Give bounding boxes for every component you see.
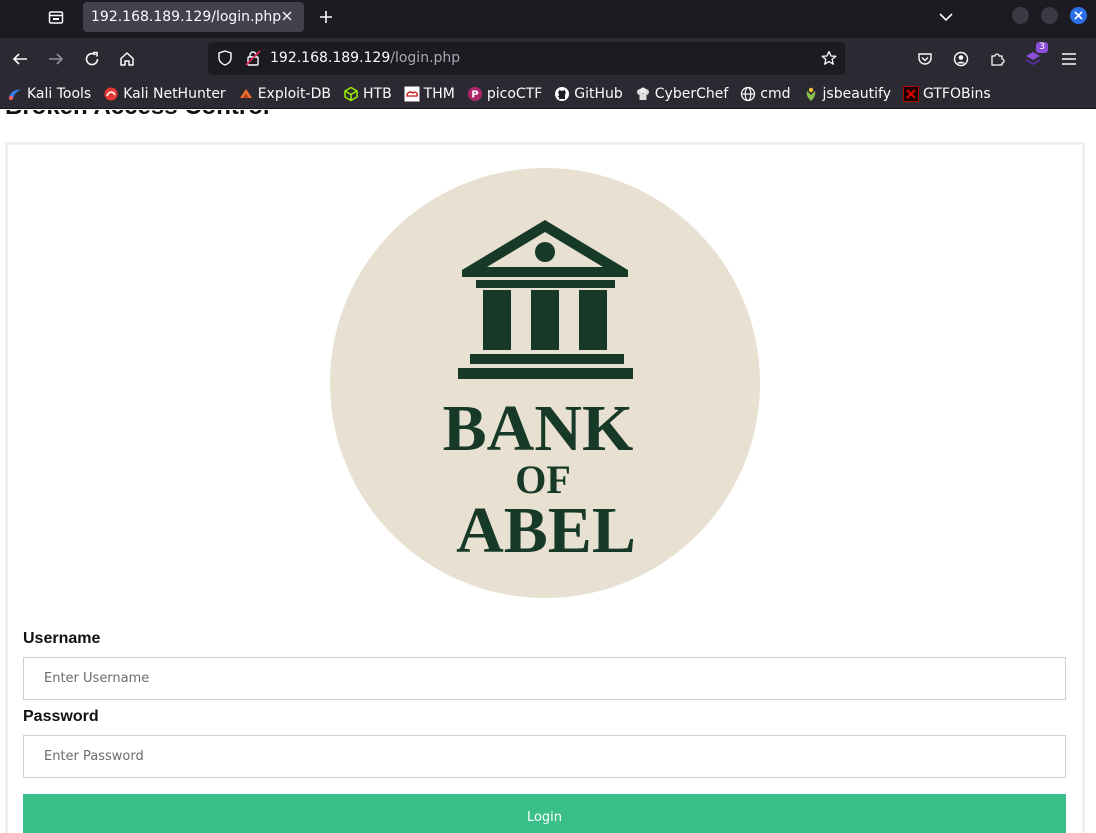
arrow-right-icon [49,53,64,65]
url-path: /login.php [390,50,461,66]
pocket-button[interactable] [912,46,938,72]
bookmark-gtfobins[interactable]: GTFOBins [903,83,991,105]
cyberchef-icon [635,86,651,102]
login-card: BANK OF ABEL Username Password Login [5,142,1085,833]
site-info-button[interactable] [241,46,265,70]
bookmark-thm[interactable]: THM [404,83,455,105]
extensions-button[interactable] [984,46,1010,72]
shield-icon [218,50,232,66]
username-input[interactable] [23,657,1066,700]
close-icon [282,11,292,21]
picoctf-icon: P [467,86,483,102]
nethunter-icon [103,86,119,102]
extension-badge-count: 3 [1036,42,1048,53]
jsbeautify-icon [803,86,819,102]
bookmark-htb[interactable]: HTB [343,83,392,105]
password-input[interactable] [23,735,1066,778]
bank-logo: BANK OF ABEL [330,168,760,598]
login-button[interactable]: Login [23,794,1066,833]
chevron-down-icon [939,13,953,22]
puzzle-icon [991,53,1005,66]
pocket-icon [918,53,932,65]
thm-icon [404,86,420,102]
tracking-protection-button[interactable] [213,46,237,70]
tab-close-button[interactable] [278,7,296,25]
globe-icon [740,86,756,102]
github-icon [554,86,570,102]
gtfobins-icon [903,86,920,102]
page-content: Broken Access Control BANK OF ABEL Usern… [0,110,1096,833]
minimize-button[interactable] [1012,7,1029,24]
list-all-tabs-button[interactable] [934,5,958,29]
insecure-lock-icon [245,50,261,66]
active-tab[interactable]: 192.168.189.129/login.php [83,2,304,32]
bookmark-star-button[interactable] [817,46,841,70]
bookmark-label: jsbeautify [822,86,892,102]
exploitdb-icon [238,86,254,102]
home-icon [120,52,134,66]
bookmark-picoctf[interactable]: P picoCTF [467,83,542,105]
bookmark-jsbeautify[interactable]: jsbeautify [803,83,891,105]
htb-cube-icon [343,86,359,102]
logo-line-abel: ABEL [456,494,636,567]
url-bar[interactable]: 192.168.189.129/login.php [208,42,845,75]
account-icon [953,51,969,67]
bookmark-github[interactable]: GitHub [554,83,623,105]
reload-icon [85,51,99,66]
logo-line-bank: BANK [443,392,634,465]
bookmarks-toolbar: Kali Tools Kali NetHunter Exploit-DB HTB… [0,80,1096,109]
firefox-view-icon [48,11,64,24]
plus-icon [320,11,332,23]
bookmark-label: cmd [760,86,791,102]
username-label: Username [23,630,101,647]
account-button[interactable] [948,46,974,72]
bookmark-cyberchef[interactable]: CyberChef [635,83,729,105]
close-icon [1074,11,1083,20]
tab-strip: 192.168.189.129/login.php [0,0,1096,38]
kali-icon [7,86,23,102]
firefox-view-button[interactable] [44,5,68,29]
star-icon [821,50,837,65]
arrow-left-icon [12,53,27,65]
home-button[interactable] [114,46,140,72]
navigation-toolbar: 192.168.189.129/login.php 3 [0,38,1096,80]
svg-text:P: P [471,90,478,101]
hamburger-menu-icon [1062,53,1076,65]
bookmark-cmd[interactable]: cmd [740,83,791,105]
bookmark-label: Exploit-DB [257,86,331,102]
app-menu-button[interactable] [1056,46,1082,72]
page-heading: Broken Access Control [5,110,270,121]
url-host: 192.168.189.129 [270,50,391,66]
bookmark-kali-nethunter[interactable]: Kali NetHunter [103,83,226,105]
forward-button[interactable] [43,46,69,72]
bookmark-kali-tools[interactable]: Kali Tools [7,83,91,105]
bookmark-label: HTB [362,86,392,102]
bookmark-label: GitHub [574,86,623,102]
bookmark-label: THM [423,86,455,102]
window-close-button[interactable] [1070,7,1087,24]
bookmark-label: GTFOBins [923,86,991,102]
tab-title: 192.168.189.129/login.php [91,9,282,25]
bookmark-exploit-db[interactable]: Exploit-DB [238,83,331,105]
bookmark-label: picoCTF [486,86,543,102]
reload-button[interactable] [79,46,105,72]
back-button[interactable] [7,46,33,72]
bookmark-label: CyberChef [654,86,729,102]
maximize-button[interactable] [1041,7,1058,24]
extension-badge-button[interactable]: 3 [1020,42,1048,72]
new-tab-button[interactable] [314,5,338,29]
bookmark-label: Kali NetHunter [123,86,226,102]
url-text: 192.168.189.129/login.php [270,50,460,66]
bookmark-label: Kali Tools [27,86,92,102]
password-label: Password [23,708,99,725]
